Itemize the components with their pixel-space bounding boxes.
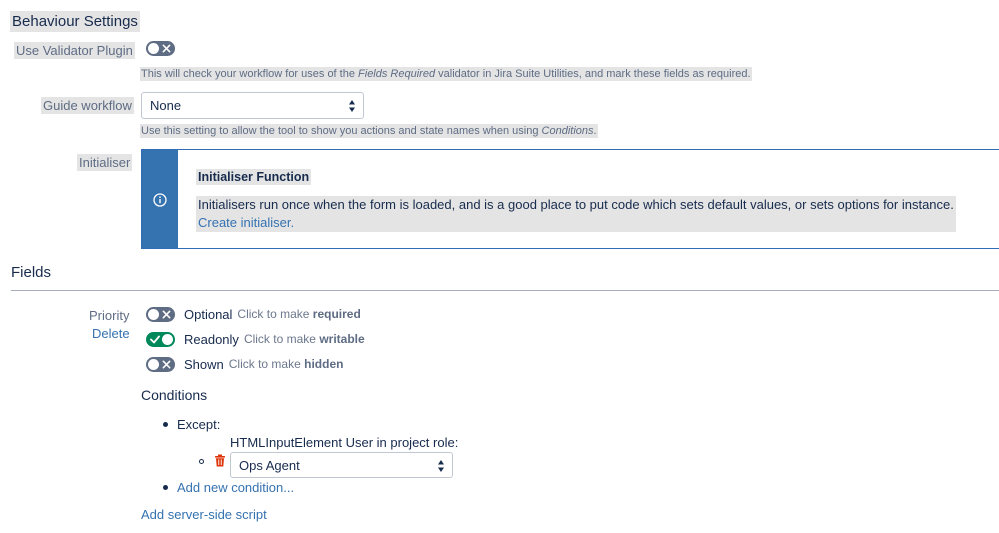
close-icon xyxy=(159,357,173,372)
readonly-toggle-row: Readonly Click to make writable xyxy=(146,331,365,347)
readonly-toggle[interactable] xyxy=(146,331,175,347)
initialiser-info-panel: Initialiser Function Initialisers run on… xyxy=(141,149,999,249)
initialiser-panel-text: Initialisers run once when the form is l… xyxy=(196,196,956,232)
readonly-hint: Click to make writable xyxy=(243,332,365,346)
fields-divider xyxy=(11,290,999,291)
select-arrows-icon xyxy=(438,460,444,472)
select-arrows-icon xyxy=(349,100,355,112)
close-icon xyxy=(159,307,173,322)
list-bullet xyxy=(163,485,168,490)
validator-description: This will check your workflow for uses o… xyxy=(140,67,752,81)
readonly-state-label: Readonly xyxy=(184,331,239,347)
check-icon xyxy=(148,332,162,347)
create-initialiser-link[interactable]: Create initialiser. xyxy=(198,215,294,230)
validator-plugin-label: Use Validator Plugin xyxy=(14,42,135,59)
project-role-label: HTMLInputElement User in project role: xyxy=(230,435,459,450)
toggle-knob xyxy=(148,43,159,54)
add-condition-link[interactable]: Add new condition... xyxy=(177,480,294,495)
initialiser-label: Initialiser xyxy=(77,154,133,171)
shown-toggle-row: Shown Click to make hidden xyxy=(146,356,343,372)
shown-state-label: Shown xyxy=(184,356,224,372)
info-icon xyxy=(153,193,167,207)
list-bullet-hollow xyxy=(199,459,204,464)
close-icon xyxy=(159,41,173,56)
delete-field-link[interactable]: Delete xyxy=(92,326,130,341)
trash-icon[interactable] xyxy=(214,454,226,467)
optional-state-label: Optional xyxy=(184,306,233,322)
initialiser-panel-body: Initialisers run once when the form is l… xyxy=(198,197,954,212)
project-role-select[interactable]: Ops Agent xyxy=(230,452,453,478)
behaviour-settings-title: Behaviour Settings xyxy=(10,11,140,32)
optional-toggle-row: Optional Click to make required xyxy=(146,306,361,322)
fields-title: Fields xyxy=(11,264,52,281)
initialiser-panel-title: Initialiser Function xyxy=(196,169,312,185)
guide-workflow-value: None xyxy=(150,98,182,113)
guide-workflow-description: Use this setting to allow the tool to sh… xyxy=(140,124,598,138)
guide-workflow-label: Guide workflow xyxy=(41,97,134,114)
optional-toggle[interactable] xyxy=(146,306,175,322)
toggle-knob xyxy=(148,358,159,370)
list-bullet xyxy=(163,422,168,427)
toggle-knob xyxy=(162,333,173,345)
conditions-title: Conditions xyxy=(141,387,208,403)
optional-hint: Click to make required xyxy=(237,307,361,321)
info-panel-sidebar xyxy=(142,150,178,248)
shown-toggle[interactable] xyxy=(146,356,175,372)
toggle-knob xyxy=(148,308,159,320)
field-name-label: Priority xyxy=(89,308,130,323)
add-server-side-script-link[interactable]: Add server-side script xyxy=(141,507,267,522)
guide-workflow-select[interactable]: None xyxy=(141,92,364,119)
except-label: Except: xyxy=(177,417,221,432)
validator-plugin-toggle[interactable] xyxy=(146,41,175,56)
shown-hint: Click to make hidden xyxy=(228,357,344,371)
project-role-value: Ops Agent xyxy=(239,457,300,473)
